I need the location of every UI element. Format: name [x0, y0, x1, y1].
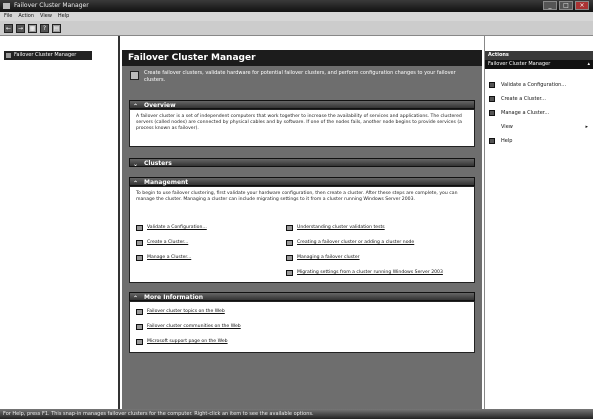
help-topic-icon: [136, 339, 143, 345]
create-cluster-icon: [136, 240, 143, 246]
manage-cluster-icon: [136, 255, 143, 261]
action-manage-cluster[interactable]: Manage a Cluster...: [485, 108, 593, 118]
help-icon[interactable]: ?: [40, 23, 49, 33]
action-view[interactable]: View ▸: [485, 122, 593, 132]
overview-panel: A failover cluster is a set of independe…: [129, 109, 475, 147]
window-controls: _ □ ×: [543, 1, 589, 11]
manage-cluster-icon: [489, 110, 495, 116]
migrating-settings-help-link[interactable]: Migrating settings from a cluster runnin…: [286, 269, 472, 277]
tree-item-label: Failover Cluster Manager: [14, 52, 77, 58]
actions-title: Actions: [485, 51, 593, 60]
failover-topics-link[interactable]: Failover cluster topics on the Web: [136, 308, 336, 316]
validate-icon: [489, 82, 495, 88]
cluster-icon: [6, 53, 11, 58]
window-title: Failover Cluster Manager: [14, 2, 89, 9]
tree-item-failover-cluster-manager[interactable]: Failover Cluster Manager: [4, 51, 92, 60]
section-title: Management: [144, 179, 189, 186]
manage-cluster-link[interactable]: Manage a Cluster...: [136, 254, 276, 262]
submenu-arrow-icon: ▸: [585, 124, 588, 130]
section-header-management[interactable]: ⌃ Management: [129, 177, 475, 187]
intro-text: Create failover clusters, validate hardw…: [130, 70, 470, 90]
toolbar: ← → ▦ ? ▤: [0, 21, 593, 36]
intro-label: Create failover clusters, validate hardw…: [144, 70, 456, 83]
show-tree-icon[interactable]: ▦: [28, 23, 37, 33]
actions-subheader[interactable]: Failover Cluster Manager ▴: [485, 60, 593, 69]
chevron-up-icon: ▴: [587, 61, 590, 67]
overview-text: A failover cluster is a set of independe…: [136, 114, 462, 131]
action-validate-configuration[interactable]: Validate a Configuration...: [485, 80, 593, 90]
back-icon[interactable]: ←: [4, 23, 13, 33]
validate-configuration-link[interactable]: Validate a Configuration...: [136, 224, 276, 232]
action-help[interactable]: Help: [485, 136, 593, 146]
understanding-validation-link[interactable]: Understanding cluster validation tests: [286, 224, 472, 232]
app-icon: [3, 3, 10, 9]
help-topic-icon: [136, 324, 143, 330]
menu-bar: File Action View Help: [0, 12, 593, 21]
status-bar: For Help, press F1. This snap-in manages…: [0, 409, 593, 419]
management-panel: To begin to use failover clustering, fir…: [129, 186, 475, 283]
microsoft-support-link[interactable]: Microsoft support page on the Web: [136, 338, 336, 346]
show-actions-icon[interactable]: ▤: [52, 23, 61, 33]
menu-file[interactable]: File: [4, 12, 12, 21]
section-header-overview[interactable]: ⌃ Overview: [129, 100, 475, 110]
help-topic-icon: [286, 255, 293, 261]
menu-action[interactable]: Action: [18, 12, 34, 21]
minimize-button[interactable]: _: [543, 1, 557, 10]
section-header-more-information[interactable]: ⌃ More Information: [129, 292, 475, 302]
section-title: Clusters: [144, 160, 172, 167]
action-create-cluster[interactable]: Create a Cluster...: [485, 94, 593, 104]
expand-icon: ⌄: [133, 161, 139, 168]
actions-pane: Actions Failover Cluster Manager ▴ Valid…: [484, 36, 593, 409]
help-topic-icon: [286, 240, 293, 246]
maximize-button[interactable]: □: [559, 1, 573, 10]
more-information-panel: Failover cluster topics on the Web Failo…: [129, 301, 475, 353]
management-text: To begin to use failover clustering, fir…: [136, 191, 458, 202]
section-title: Overview: [144, 102, 176, 109]
window-titlebar: Failover Cluster Manager _ □ ×: [0, 0, 593, 12]
help-icon: [489, 138, 495, 144]
cluster-manager-icon: [130, 71, 139, 80]
content-pane: Failover Cluster Manager Create failover…: [122, 36, 482, 409]
help-topic-icon: [136, 309, 143, 315]
failover-communities-link[interactable]: Failover cluster communities on the Web: [136, 323, 336, 331]
section-title: More Information: [144, 294, 204, 301]
validate-icon: [136, 225, 143, 231]
forward-icon[interactable]: →: [16, 23, 25, 33]
create-cluster-link[interactable]: Create a Cluster...: [136, 239, 276, 247]
help-topic-icon: [286, 270, 293, 276]
page-title: Failover Cluster Manager: [122, 50, 482, 66]
managing-cluster-help-link[interactable]: Managing a failover cluster: [286, 254, 472, 262]
section-header-clusters[interactable]: ⌄ Clusters: [129, 158, 475, 168]
close-button[interactable]: ×: [575, 1, 589, 10]
menu-view[interactable]: View: [40, 12, 52, 21]
create-cluster-icon: [489, 96, 495, 102]
help-topic-icon: [286, 225, 293, 231]
console-tree: Failover Cluster Manager: [0, 36, 120, 409]
creating-cluster-help-link[interactable]: Creating a failover cluster or adding a …: [286, 239, 472, 247]
menu-help[interactable]: Help: [58, 12, 69, 21]
